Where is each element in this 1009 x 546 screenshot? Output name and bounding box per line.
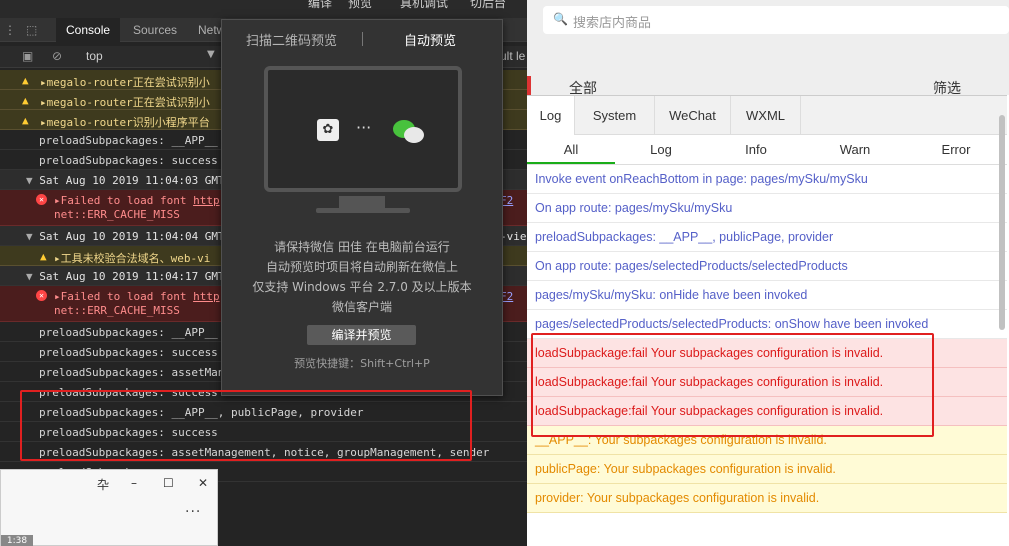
highlight-box-console xyxy=(20,390,472,461)
vconsole-log-text: On app route: pages/selectedProducts/sel… xyxy=(535,259,848,273)
warning-icon: ▲ xyxy=(40,250,47,263)
log-text: ▸工具未校验合法域名、web-vi xyxy=(54,252,211,265)
highlight-box-errors xyxy=(531,333,934,437)
log-text[interactable]: ▸Failed to load font http xyxy=(54,290,220,303)
category-indicator xyxy=(527,76,531,96)
simulator-panel: 🔍 搜索店内商品 全部 筛选 Log System WeChat WXML Al… xyxy=(527,0,1009,546)
log-group-header[interactable]: ▼ Sat Aug 10 2019 11:04:04 GMT xyxy=(26,230,225,243)
dock-icon[interactable]: ⋮ xyxy=(4,23,16,37)
tab-system[interactable]: System xyxy=(575,96,655,135)
small-window: 卆 – ☐ ✕ ··· 1:38 xyxy=(0,469,218,546)
search-input[interactable]: 🔍 搜索店内商品 xyxy=(543,6,1009,34)
warning-icon: ▲ xyxy=(22,114,29,127)
preview-message-1: 请保持微信 田佳 在电脑前台运行 xyxy=(274,240,450,254)
menu-compile[interactable]: 编译 xyxy=(308,0,332,11)
warning-icon: ▲ xyxy=(22,94,29,107)
error-icon: ✕ xyxy=(36,194,47,205)
log-text: preloadSubpackages: __APP__ xyxy=(39,134,218,147)
log-text[interactable]: ▸Failed to load font http xyxy=(54,194,220,207)
vconsole-log-text: preloadSubpackages: __APP__, publicPage,… xyxy=(535,230,834,244)
log-text: ▸megalo-router识别小程序平台 xyxy=(40,116,210,129)
search-placeholder: 搜索店内商品 xyxy=(573,16,652,31)
clear-console-icon[interactable]: ⊘ xyxy=(52,49,62,63)
subtab-all[interactable]: All xyxy=(527,135,615,164)
menu-remote-debug[interactable]: 真机调试 xyxy=(400,0,448,11)
chevron-down-icon[interactable]: ▼ xyxy=(207,49,215,60)
inspect-icon[interactable]: ⬚ xyxy=(26,23,37,37)
log-text: preloadSubpackages: assetMan xyxy=(39,366,225,379)
time-badge: 1:38 xyxy=(1,535,33,546)
app-icon: ✿ xyxy=(317,119,339,141)
tab-wechat[interactable]: WeChat xyxy=(655,96,731,135)
log-text: ▸megalo-router正在尝试识别小 xyxy=(40,96,210,109)
vconsole-log-row: On app route: pages/mySku/mySku xyxy=(527,194,1007,223)
log-text: preloadSubpackages: success xyxy=(39,346,218,359)
tab-sources[interactable]: Sources xyxy=(133,18,177,42)
vconsole-log-text: On app route: pages/mySku/mySku xyxy=(535,201,733,215)
subtab-warn[interactable]: Warn xyxy=(805,135,905,164)
vconsole-log-row: preloadSubpackages: __APP__, publicPage,… xyxy=(527,223,1007,252)
pin-button[interactable]: 卆 xyxy=(97,476,109,493)
store-header: 🔍 搜索店内商品 全部 筛选 xyxy=(527,0,1009,97)
vconsole-log-text: pages/selectedProducts/selectedProducts:… xyxy=(535,317,929,331)
vconsole-log-row: On app route: pages/selectedProducts/sel… xyxy=(527,252,1007,281)
preview-shortcut-hint: 预览快捷键：Shift+Ctrl+P xyxy=(294,357,430,370)
vconsole-log-row: provider: Your subpackages configuration… xyxy=(527,484,1007,513)
log-detail: net::ERR_CACHE_MISS xyxy=(54,208,180,221)
vconsole-subtabs: All Log Info Warn Error xyxy=(527,135,1007,165)
wechat-bubble-icon xyxy=(404,127,424,143)
tab-divider xyxy=(362,32,363,46)
preview-message-3: 仅支持 Windows 平台 2.7.0 及以上版本 xyxy=(252,280,472,294)
preview-popup: 扫描二维码预览 自动预览 ✿ ··· 请保持微信 田佳 在电脑前台运行 自动预览… xyxy=(221,19,503,396)
compile-and-preview-button[interactable]: 编译并预览 xyxy=(307,325,416,345)
log-detail: net::ERR_CACHE_MISS xyxy=(54,304,180,317)
log-levels-select[interactable]: ult le xyxy=(500,49,525,63)
vconsole-log-text: publicPage: Your subpackages configurati… xyxy=(535,462,836,476)
menu-preview[interactable]: 预览 xyxy=(348,0,372,11)
minimize-button[interactable]: – xyxy=(131,476,137,490)
vconsole-log-row: Invoke event onReachBottom in page: page… xyxy=(527,165,1007,194)
monitor-neck xyxy=(339,196,385,208)
subtab-info[interactable]: Info xyxy=(707,135,805,164)
vconsole-log-row: pages/mySku/mySku: onHide have been invo… xyxy=(527,281,1007,310)
tab-scan-qr-preview[interactable]: 扫描二维码预览 xyxy=(246,30,337,49)
log-text: preloadSubpackages: __APP__ xyxy=(39,326,218,339)
scrollbar[interactable] xyxy=(999,115,1005,330)
menu-background[interactable]: 切后台 xyxy=(470,0,506,11)
monitor-base xyxy=(316,208,410,213)
warning-icon: ▲ xyxy=(22,74,29,87)
log-group-header[interactable]: ▼ Sat Aug 10 2019 11:04:17 GMT xyxy=(26,270,225,283)
preview-message-2: 自动预览时项目将自动刷新在微信上 xyxy=(265,260,458,274)
vconsole-log-text: provider: Your subpackages configuration… xyxy=(535,491,820,505)
more-icon[interactable]: ··· xyxy=(185,504,201,520)
monitor-illustration: ✿ ··· xyxy=(264,66,462,192)
context-select[interactable]: top xyxy=(86,49,103,63)
search-icon: 🔍 xyxy=(553,12,568,26)
error-icon: ✕ xyxy=(36,290,47,301)
dots-icon: ··· xyxy=(356,118,372,137)
log-group-header[interactable]: ▼ Sat Aug 10 2019 11:04:03 GMT xyxy=(26,174,225,187)
vconsole-log-row: publicPage: Your subpackages configurati… xyxy=(527,455,1007,484)
subtab-log[interactable]: Log xyxy=(615,135,707,164)
vconsole-log-text: pages/mySku/mySku: onHide have been invo… xyxy=(535,288,808,302)
tab-console[interactable]: Console xyxy=(56,18,121,42)
tab-log[interactable]: Log xyxy=(527,96,575,135)
tab-wxml[interactable]: WXML xyxy=(731,96,801,135)
tab-auto-preview[interactable]: 自动预览 xyxy=(404,30,456,49)
vconsole-tabbar: Log System WeChat WXML xyxy=(527,95,1007,135)
subtab-error[interactable]: Error xyxy=(905,135,1007,164)
close-button[interactable]: ✕ xyxy=(198,476,208,490)
vconsole-log-text: Invoke event onReachBottom in page: page… xyxy=(535,172,868,186)
sidebar-toggle-icon[interactable]: ▣ xyxy=(22,49,33,63)
log-group-suffix: -vie xyxy=(500,230,527,243)
log-text: preloadSubpackages: success xyxy=(39,154,218,167)
preview-message-4: 微信客户端 xyxy=(331,300,392,314)
log-text: ▸megalo-router正在尝试识别小 xyxy=(40,76,210,89)
maximize-button[interactable]: ☐ xyxy=(163,476,174,490)
